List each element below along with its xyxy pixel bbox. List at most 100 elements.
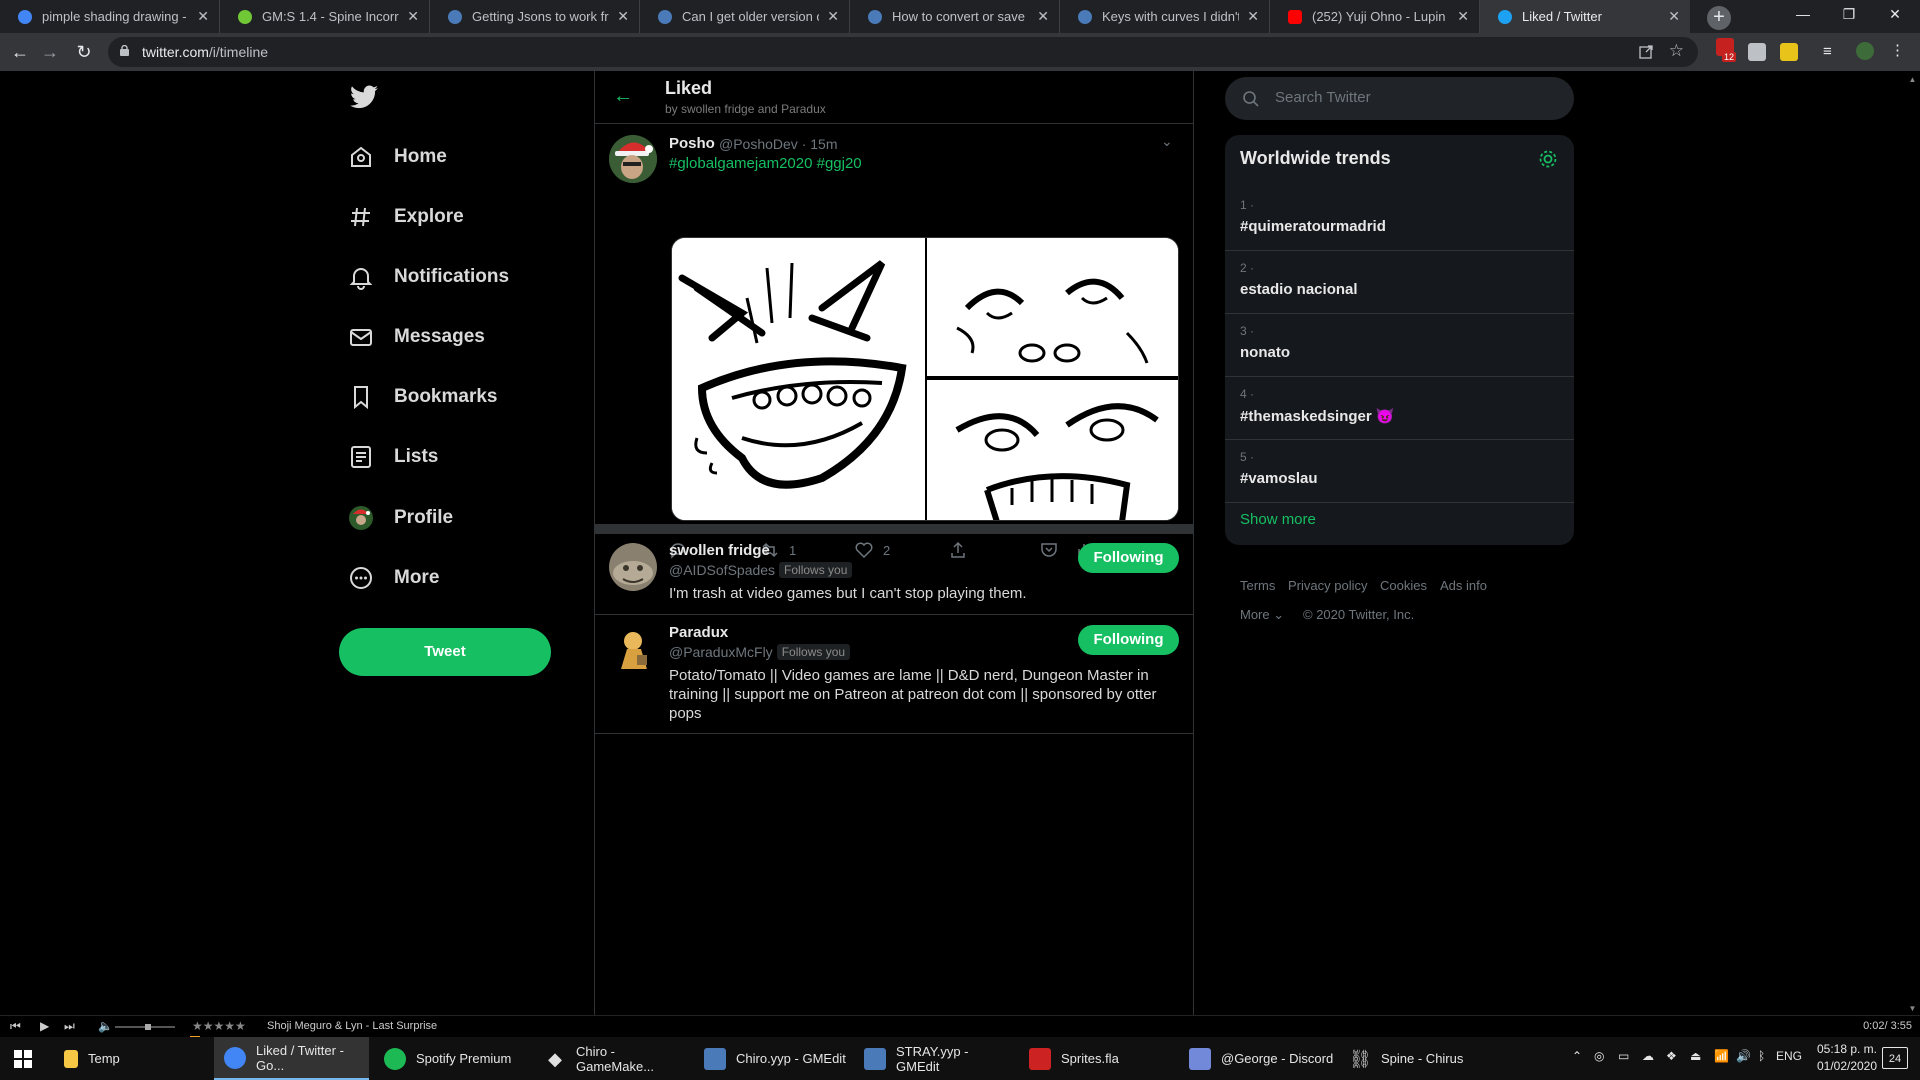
tweet[interactable]: Posho @PoshoDev · 15m ⌄ #globalgamejam20… bbox=[595, 125, 1193, 559]
tweet-button[interactable]: Tweet bbox=[339, 628, 551, 676]
nav-bookmarks[interactable]: Bookmarks bbox=[348, 377, 498, 417]
taskbar-item[interactable]: ◆ Chiro - GameMake... bbox=[534, 1037, 689, 1080]
profile-avatar[interactable] bbox=[1856, 42, 1874, 60]
close-tab-icon[interactable]: ✕ bbox=[1457, 8, 1469, 25]
tray-app-icon[interactable]: ◎ bbox=[1594, 1049, 1604, 1063]
open-in-app-icon[interactable] bbox=[1638, 44, 1654, 60]
volume-slider-thumb[interactable] bbox=[145, 1024, 151, 1030]
show-more-link[interactable]: Show more bbox=[1240, 511, 1316, 528]
close-tab-icon[interactable]: ✕ bbox=[407, 8, 419, 25]
clock[interactable]: 05:18 p. m. 01/02/2020 bbox=[1814, 1041, 1880, 1075]
scroll-up-arrow-icon[interactable]: ▲ bbox=[1908, 75, 1917, 84]
language-indicator[interactable]: ENG bbox=[1776, 1049, 1802, 1063]
pocket-extension-icon[interactable] bbox=[1748, 43, 1766, 61]
next-track-icon[interactable]: ⏭ bbox=[64, 1019, 75, 1034]
dropbox-icon[interactable]: ❖ bbox=[1666, 1049, 1677, 1063]
back-arrow-icon[interactable]: ← bbox=[613, 85, 633, 108]
speaker-icon[interactable]: 🔊 bbox=[1736, 1049, 1751, 1063]
nav-more[interactable]: More bbox=[348, 558, 439, 598]
windows-start-icon[interactable] bbox=[14, 1050, 32, 1068]
scroll-down-arrow-icon[interactable]: ▼ bbox=[1908, 1004, 1917, 1013]
close-window-icon[interactable]: ✕ bbox=[1872, 0, 1918, 30]
cloud-icon[interactable]: ☁ bbox=[1642, 1049, 1654, 1063]
tweet-media-grid[interactable] bbox=[671, 237, 1179, 521]
volume-icon[interactable]: 🔈 bbox=[98, 1019, 113, 1033]
browser-tab[interactable]: Keys with curves I didn't set ✕ bbox=[1060, 0, 1270, 33]
new-tab-button[interactable]: + bbox=[1707, 6, 1731, 30]
browser-tab-active[interactable]: Liked / Twitter ✕ bbox=[1480, 0, 1690, 33]
footer-link-terms[interactable]: Terms bbox=[1240, 578, 1275, 593]
trend-item[interactable]: 2 · estadio nacional bbox=[1225, 251, 1574, 314]
browser-tab[interactable]: Can I get older version of S ✕ bbox=[640, 0, 850, 33]
battery-icon[interactable]: ▭ bbox=[1618, 1049, 1629, 1063]
taskbar-item[interactable]: ⛓ Spine - Chirus bbox=[1339, 1037, 1494, 1080]
page-scrollbar[interactable]: ▲ ▼ bbox=[1905, 71, 1920, 1015]
close-tab-icon[interactable]: ✕ bbox=[197, 8, 209, 25]
back-arrow-icon[interactable]: ← bbox=[8, 40, 32, 64]
close-tab-icon[interactable]: ✕ bbox=[1247, 8, 1259, 25]
following-button[interactable]: Following bbox=[1078, 543, 1179, 573]
close-tab-icon[interactable]: ✕ bbox=[1668, 8, 1680, 25]
following-button[interactable]: Following bbox=[1078, 625, 1179, 655]
search-box[interactable]: Search Twitter bbox=[1225, 77, 1574, 120]
taskbar-item[interactable]: Spotify Premium bbox=[374, 1037, 529, 1080]
trend-item[interactable]: 4 · #themaskedsinger 😈 bbox=[1225, 377, 1574, 440]
taskbar-item[interactable]: Sprites.fla bbox=[1019, 1037, 1174, 1080]
footer-link-cookies[interactable]: Cookies bbox=[1380, 578, 1427, 593]
nav-profile[interactable]: Profile bbox=[348, 498, 453, 538]
browser-tab[interactable]: How to convert or save proj ✕ bbox=[850, 0, 1060, 33]
browser-tab[interactable]: Getting Jsons to work from S ✕ bbox=[430, 0, 640, 33]
taskbar-item-active[interactable]: Liked / Twitter - Go... bbox=[214, 1037, 369, 1080]
browser-tab[interactable]: pimple shading drawing - G ✕ bbox=[0, 0, 220, 33]
media-queue-icon[interactable]: ≡ bbox=[1823, 43, 1841, 61]
play-icon[interactable]: ▶ bbox=[40, 1019, 49, 1033]
minimize-window-icon[interactable]: — bbox=[1780, 0, 1826, 30]
taskbar-item[interactable]: Temp bbox=[54, 1037, 209, 1080]
nav-notifications[interactable]: Notifications bbox=[348, 257, 509, 297]
close-tab-icon[interactable]: ✕ bbox=[617, 8, 629, 25]
taskbar-item[interactable]: @George - Discord bbox=[1179, 1037, 1334, 1080]
user-cell[interactable]: swollen fridge @AIDSofSpades Follows you … bbox=[595, 534, 1193, 615]
restore-window-icon[interactable]: ❐ bbox=[1826, 0, 1872, 30]
close-tab-icon[interactable]: ✕ bbox=[827, 8, 839, 25]
nav-explore[interactable]: Explore bbox=[348, 197, 464, 237]
wifi-icon[interactable]: 📶 bbox=[1714, 1049, 1729, 1063]
chrome-menu-icon[interactable]: ⋮ bbox=[1890, 41, 1908, 59]
user-cell[interactable]: Paradux @ParaduxMcFly Follows you Followi… bbox=[595, 616, 1193, 734]
tweet-author-name[interactable]: Posho bbox=[669, 135, 715, 152]
chevron-down-icon[interactable]: ⌄ bbox=[1161, 133, 1173, 150]
taskbar-item[interactable]: STRAY.yyp - GMEdit bbox=[854, 1037, 1014, 1080]
footer-link-ads[interactable]: Ads info bbox=[1440, 578, 1487, 593]
gear-icon[interactable] bbox=[1537, 148, 1559, 170]
show-hidden-icons-icon[interactable]: ⌃ bbox=[1572, 1049, 1582, 1063]
browser-tab[interactable]: (252) Yuji Ohno - Lupin III F ✕ bbox=[1270, 0, 1480, 33]
address-bar[interactable]: twitter.com/i/timeline ☆ bbox=[108, 37, 1698, 67]
tweet-image[interactable] bbox=[927, 238, 1179, 378]
nav-home[interactable]: Home bbox=[348, 137, 447, 177]
footer-link-privacy[interactable]: Privacy policy bbox=[1288, 578, 1367, 593]
notification-center-icon[interactable]: 24 bbox=[1882, 1047, 1908, 1069]
nav-messages[interactable]: Messages bbox=[348, 317, 485, 357]
search-input[interactable]: Search Twitter bbox=[1275, 89, 1371, 106]
avatar[interactable] bbox=[609, 625, 657, 673]
extension-icon[interactable] bbox=[1780, 43, 1798, 61]
footer-more-menu[interactable]: More ⌄ bbox=[1240, 607, 1284, 623]
taskbar-item[interactable]: Chiro.yyp - GMEdit bbox=[694, 1037, 849, 1080]
tweet-image[interactable] bbox=[672, 238, 925, 521]
reload-icon[interactable]: ↻ bbox=[72, 40, 96, 64]
twitter-logo-icon[interactable] bbox=[350, 85, 378, 109]
close-tab-icon[interactable]: ✕ bbox=[1037, 8, 1049, 25]
nav-lists[interactable]: Lists bbox=[348, 437, 438, 477]
avatar[interactable] bbox=[609, 543, 657, 591]
forward-arrow-icon[interactable]: → bbox=[38, 40, 62, 64]
tweet-image[interactable] bbox=[927, 380, 1179, 521]
bluetooth-icon[interactable]: ᛒ bbox=[1758, 1049, 1765, 1063]
trend-item[interactable]: 3 · nonato bbox=[1225, 314, 1574, 377]
user-name[interactable]: Paradux bbox=[669, 624, 728, 641]
user-name[interactable]: swollen fridge bbox=[669, 542, 770, 559]
usb-icon[interactable]: ⏏ bbox=[1690, 1049, 1701, 1063]
trend-item[interactable]: 5 · #vamoslau bbox=[1225, 440, 1574, 503]
tweet-hashtags[interactable]: #globalgamejam2020 #ggj20 bbox=[669, 155, 862, 172]
avatar[interactable] bbox=[609, 135, 657, 183]
trend-item[interactable]: 1 · #quimeratourmadrid bbox=[1225, 188, 1574, 251]
